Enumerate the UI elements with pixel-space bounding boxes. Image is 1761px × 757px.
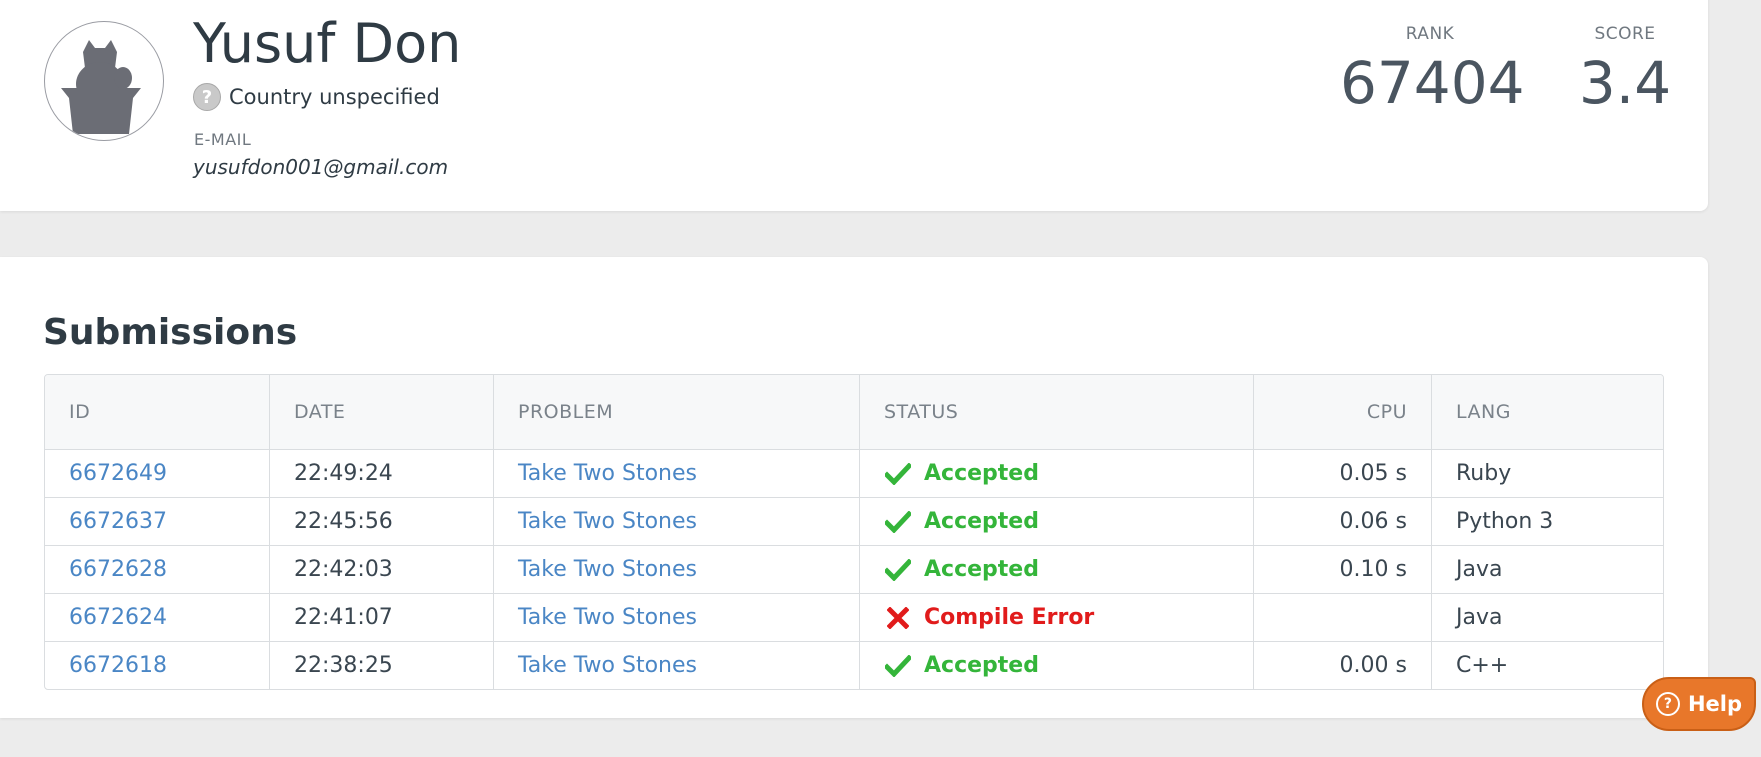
submission-cpu: 0.06 s [1253, 498, 1431, 545]
submission-lang: C++ [1431, 642, 1663, 689]
submission-date: 22:41:07 [269, 594, 493, 641]
submission-date: 22:38:25 [269, 642, 493, 689]
submission-status: Compile Error [859, 594, 1253, 641]
column-header-id[interactable]: ID [45, 375, 269, 449]
submission-lang: Python 3 [1431, 498, 1663, 545]
problem-link[interactable]: Take Two Stones [518, 605, 697, 630]
submission-date: 22:45:56 [269, 498, 493, 545]
table-header: ID DATE PROBLEM STATUS CPU LANG [45, 375, 1663, 449]
status-text: Accepted [924, 653, 1039, 678]
problem-link[interactable]: Take Two Stones [518, 557, 697, 582]
submission-cpu [1253, 594, 1431, 641]
help-button[interactable]: ? Help [1642, 677, 1756, 731]
score-label: SCORE [1594, 24, 1656, 44]
column-header-problem[interactable]: PROBLEM [493, 375, 859, 449]
table-row: 6672618 22:38:25 Take Two Stones Accepte… [45, 641, 1663, 689]
submission-id-link[interactable]: 6672649 [69, 461, 167, 486]
status-text: Compile Error [924, 605, 1095, 630]
rank-value: 67404 [1340, 49, 1525, 117]
submission-date: 22:42:03 [269, 546, 493, 593]
help-label: Help [1687, 692, 1743, 716]
table-row: 6672624 22:41:07 Take Two Stones Compile… [45, 593, 1663, 641]
submissions-title: Submissions [43, 312, 298, 353]
table-row: 6672628 22:42:03 Take Two Stones Accepte… [45, 545, 1663, 593]
table-row: 6672649 22:49:24 Take Two Stones Accepte… [45, 449, 1663, 497]
submission-id-link[interactable]: 6672637 [69, 509, 167, 534]
rank-stat: RANK 67404 [1340, 20, 1525, 118]
submissions-table: ID DATE PROBLEM STATUS CPU LANG 6672649 … [44, 374, 1664, 690]
check-icon [884, 556, 912, 584]
score-value: 3.4 [1578, 49, 1672, 117]
submission-status: Accepted [859, 642, 1253, 689]
check-icon [884, 508, 912, 536]
submission-id-link[interactable]: 6672618 [69, 653, 167, 678]
submission-lang: Java [1431, 546, 1663, 593]
submission-lang: Ruby [1431, 450, 1663, 497]
score-stat: SCORE 3.4 [1570, 20, 1680, 118]
problem-link[interactable]: Take Two Stones [518, 509, 697, 534]
submission-status: Accepted [859, 498, 1253, 545]
question-icon: ? [193, 83, 221, 111]
submission-id-link[interactable]: 6672628 [69, 557, 167, 582]
column-header-lang[interactable]: LANG [1431, 375, 1663, 449]
submission-date: 22:49:24 [269, 450, 493, 497]
problem-link[interactable]: Take Two Stones [518, 461, 697, 486]
submission-status: Accepted [859, 546, 1253, 593]
column-header-date[interactable]: DATE [269, 375, 493, 449]
question-circle-icon: ? [1655, 692, 1680, 716]
column-header-status[interactable]: STATUS [859, 375, 1253, 449]
submission-cpu: 0.00 s [1253, 642, 1431, 689]
avatar [44, 21, 164, 141]
profile-card: Yusuf Don ? Country unspecified E-MAIL y… [0, 0, 1708, 211]
check-icon [884, 460, 912, 488]
submission-lang: Java [1431, 594, 1663, 641]
country-row: ? Country unspecified [193, 81, 440, 113]
column-header-cpu[interactable]: CPU [1253, 375, 1431, 449]
status-text: Accepted [924, 557, 1039, 582]
cat-avatar-icon [61, 40, 141, 134]
submission-status: Accepted [859, 450, 1253, 497]
check-icon [884, 652, 912, 680]
country-text: Country unspecified [229, 85, 440, 109]
submissions-card: Submissions ID DATE PROBLEM STATUS CPU L… [0, 257, 1708, 718]
cross-icon [884, 604, 912, 632]
table-row: 6672637 22:45:56 Take Two Stones Accepte… [45, 497, 1663, 545]
email-label: E-MAIL [194, 130, 252, 149]
status-text: Accepted [924, 461, 1039, 486]
rank-label: RANK [1405, 24, 1455, 44]
problem-link[interactable]: Take Two Stones [518, 653, 697, 678]
email-value: yusufdon001@gmail.com [193, 155, 449, 179]
status-text: Accepted [924, 509, 1039, 534]
submission-cpu: 0.05 s [1253, 450, 1431, 497]
submission-id-link[interactable]: 6672624 [69, 605, 167, 630]
submission-cpu: 0.10 s [1253, 546, 1431, 593]
user-name: Yusuf Don [193, 12, 462, 75]
